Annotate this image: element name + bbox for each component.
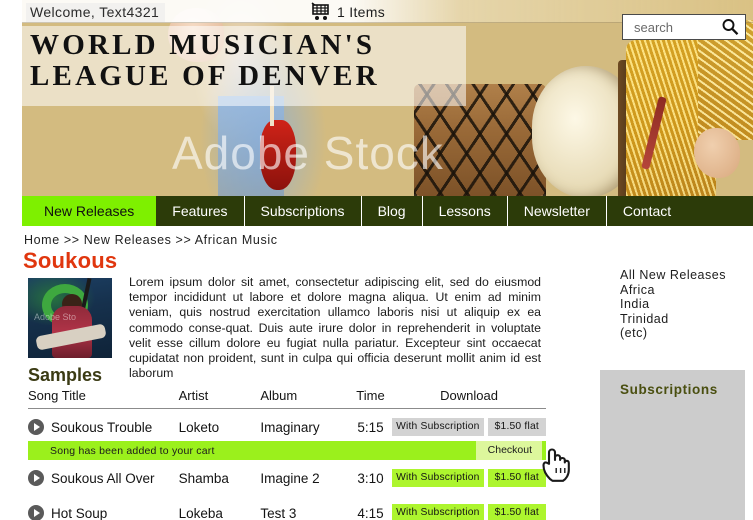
- sidebar-link-india[interactable]: India: [620, 297, 726, 312]
- cart-notification-bar: Song has been added to your cart Checkou…: [28, 441, 546, 460]
- cell-time: 3:10: [357, 470, 384, 486]
- main-navigation: New Releases Features Subscriptions Blog…: [22, 196, 753, 226]
- nav-item-new-releases[interactable]: New Releases: [22, 196, 157, 226]
- cell-download: With Subscription $1.50 flat: [392, 409, 546, 445]
- cell-album: Test 3: [260, 505, 297, 520]
- search-input[interactable]: [632, 18, 716, 36]
- cell-time: 4:15: [357, 505, 384, 520]
- song-title-text: Soukous Trouble: [51, 419, 153, 435]
- table-row: Soukous Trouble Loketo Imaginary 5:15 Wi…: [28, 409, 546, 445]
- column-header-song-title: Song Title: [28, 388, 179, 409]
- cart-notification-text: Song has been added to your cart: [50, 444, 215, 457]
- column-header-artist: Artist: [178, 388, 261, 409]
- sidebar-link-all-new-releases[interactable]: All New Releases: [620, 268, 726, 283]
- nav-item-features[interactable]: Features: [156, 196, 245, 226]
- play-icon[interactable]: [28, 470, 44, 486]
- play-icon[interactable]: [28, 505, 44, 520]
- checkout-button[interactable]: Checkout: [475, 441, 542, 460]
- subscriptions-panel-title: Subscriptions: [620, 382, 718, 397]
- table-row: Soukous All Over Shamba Imagine 2 3:10 W…: [28, 460, 546, 495]
- cell-song-title: Soukous Trouble: [28, 409, 179, 445]
- nav-item-lessons[interactable]: Lessons: [423, 196, 508, 226]
- cell-song-title: Soukous All Over: [28, 460, 179, 495]
- subscriptions-panel: Subscriptions: [600, 370, 745, 520]
- nav-item-blog[interactable]: Blog: [362, 196, 423, 226]
- table-row: Hot Soup Lokeba Test 3 4:15 With Subscri…: [28, 495, 546, 520]
- cell-artist: Lokeba: [178, 505, 223, 520]
- with-subscription-button[interactable]: With Subscription: [392, 418, 484, 436]
- song-title-text: Hot Soup: [51, 505, 108, 520]
- cell-artist: Loketo: [178, 419, 220, 435]
- play-icon[interactable]: [28, 419, 44, 435]
- with-subscription-button[interactable]: With Subscription: [392, 469, 484, 487]
- page-root: Adobe Stock Welcome, Text4321 1 Items Wo…: [0, 0, 753, 520]
- samples-heading: Samples: [28, 365, 103, 385]
- column-header-album: Album: [260, 388, 349, 409]
- cell-artist: Shamba: [178, 470, 229, 486]
- with-subscription-button[interactable]: With Subscription: [392, 504, 484, 520]
- table-header-row: Song Title Artist Album Time Download: [28, 388, 546, 409]
- genre-thumbnail: Adobe Sto: [28, 278, 112, 358]
- page-title: Soukous: [23, 248, 118, 273]
- cell-time: 5:15: [357, 419, 384, 435]
- cart-item-count: 1 Items: [337, 3, 386, 20]
- cell-download: With Subscription $1.50 flat: [392, 460, 546, 495]
- welcome-message: Welcome, Text4321: [26, 3, 166, 22]
- site-logo-text: World Musician's League of Denver: [30, 29, 380, 92]
- column-header-download: Download: [392, 388, 546, 409]
- cell-album: Imagine 2: [260, 470, 320, 486]
- breadcrumb[interactable]: Home >> New Releases >> African Music: [24, 233, 278, 247]
- search-box[interactable]: [622, 14, 746, 40]
- thumbnail-watermark: Adobe Sto: [34, 312, 77, 322]
- flat-price-button[interactable]: $1.50 flat: [487, 469, 546, 487]
- nav-item-newsletter[interactable]: Newsletter: [508, 196, 607, 226]
- shopping-cart-icon: [311, 2, 329, 20]
- cart-summary[interactable]: 1 Items: [311, 2, 385, 21]
- sidebar-link-africa[interactable]: Africa: [620, 283, 726, 298]
- cell-song-title: Hot Soup: [28, 495, 179, 520]
- cell-download: With Subscription $1.50 flat: [392, 495, 546, 520]
- nav-item-contact[interactable]: Contact: [607, 196, 687, 226]
- description-text: Lorem ipsum dolor sit amet, consectetur …: [129, 275, 541, 381]
- song-title-text: Soukous All Over: [51, 470, 155, 486]
- flat-price-button[interactable]: $1.50 flat: [487, 504, 546, 520]
- nav-item-subscriptions[interactable]: Subscriptions: [245, 196, 362, 226]
- stock-watermark: Adobe Stock: [172, 127, 444, 179]
- cell-album: Imaginary: [260, 419, 320, 435]
- column-header-time: Time: [348, 388, 393, 409]
- flat-price-button[interactable]: $1.50 flat: [487, 418, 546, 436]
- sidebar-link-etc[interactable]: (etc): [620, 326, 726, 341]
- category-links: All New Releases Africa India Trinidad (…: [620, 268, 726, 341]
- photo-hand-right: [694, 128, 740, 178]
- search-icon[interactable]: [721, 18, 739, 36]
- sidebar-link-trinidad[interactable]: Trinidad: [620, 312, 726, 327]
